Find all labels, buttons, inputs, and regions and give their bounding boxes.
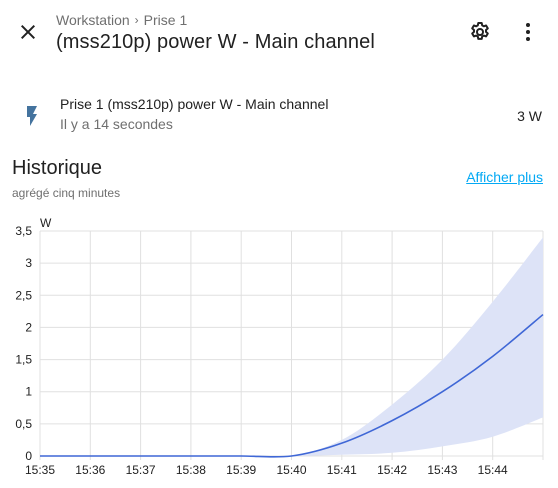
- gear-icon: [471, 22, 489, 40]
- y-tick-label: 1,5: [15, 353, 32, 367]
- x-tick-label: 15:40: [276, 463, 306, 477]
- breadcrumb-item-device: Prise 1: [143, 12, 188, 28]
- y-tick-label: 2,5: [15, 288, 32, 302]
- x-tick-label: 15:43: [427, 463, 457, 477]
- x-axis-ticks: 15:35 15:36 15:37 15:38 15:39 15:40 15:41 15:42…: [25, 463, 508, 477]
- x-tick-label: 15:41: [327, 463, 357, 477]
- more-vert-icon: [526, 23, 530, 41]
- x-tick-label: 15:36: [75, 463, 105, 477]
- chevron-right-icon: ›: [134, 13, 139, 27]
- x-tick-label: 15:37: [126, 463, 156, 477]
- show-more-link[interactable]: Afficher plus: [466, 169, 543, 185]
- dialog-header: Workstation › Prise 1 (mss210p) power W …: [0, 0, 558, 64]
- x-tick-label: 15:35: [25, 463, 55, 477]
- breadcrumb-item-area: Workstation: [56, 12, 130, 28]
- x-tick-label: 15:39: [226, 463, 256, 477]
- close-icon: [21, 25, 35, 39]
- y-tick-label: 1: [25, 385, 32, 399]
- settings-button[interactable]: [464, 16, 496, 48]
- y-tick-label: 3,5: [15, 224, 32, 238]
- x-tick-label: 15:42: [377, 463, 407, 477]
- history-subtitle: agrégé cinq minutes: [12, 186, 121, 200]
- more-options-button[interactable]: [512, 16, 544, 48]
- breadcrumb: Workstation › Prise 1: [56, 12, 187, 28]
- history-chart: 00,511,522,533,5 15:35 15:36 15:37 15:38 15:…: [15, 216, 544, 477]
- flash-icon: [27, 106, 37, 126]
- x-tick-label: 15:44: [478, 463, 508, 477]
- y-axis-ticks: 0 0,5 1 1,5 2 2,5 3 3,5: [15, 224, 32, 463]
- entity-state: 3 W: [517, 108, 542, 124]
- x-tick-label: 15:38: [176, 463, 206, 477]
- y-axis-unit-label: W: [40, 216, 52, 230]
- entity-name: Prise 1 (mss210p) power W - Main channel: [60, 96, 329, 112]
- y-tick-label: 2: [25, 320, 32, 334]
- page-title: (mss210p) power W - Main channel: [56, 31, 375, 53]
- y-tick-label: 3: [25, 256, 32, 270]
- y-tick-label: 0,5: [15, 417, 32, 431]
- entity-row[interactable]: Prise 1 (mss210p) power W - Main channel…: [0, 88, 558, 144]
- history-title: Historique: [12, 157, 103, 179]
- y-tick-label: 0: [25, 449, 32, 463]
- entity-last-changed: Il y a 14 secondes: [60, 116, 173, 132]
- close-button[interactable]: [12, 16, 44, 48]
